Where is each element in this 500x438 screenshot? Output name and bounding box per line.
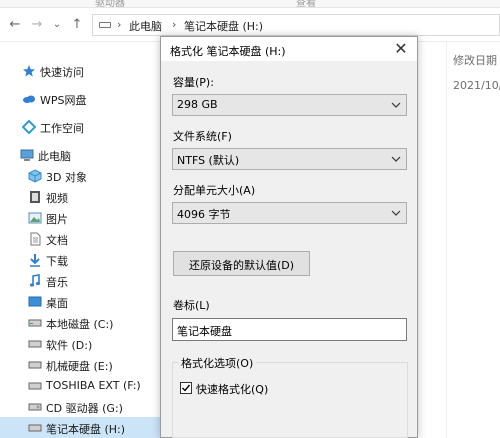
sidebar-item-drive-f[interactable]: TOSHIBA EXT (F:): [0, 375, 160, 397]
music-icon: [28, 274, 42, 288]
cube-icon: [28, 169, 42, 183]
address-bar[interactable]: › 此电脑 › 笔记本硬盘 (H:): [92, 14, 500, 36]
drive-icon: [99, 22, 111, 28]
cd-icon: [28, 400, 42, 414]
restore-defaults-button[interactable]: 还原设备的默认值(D): [173, 251, 310, 276]
sidebar-item-drive-c[interactable]: 本地磁盘 (C:): [0, 312, 160, 334]
filesystem-select[interactable]: NTFS (默认): [172, 148, 407, 170]
sidebar-item-label: 音乐: [46, 276, 68, 289]
breadcrumb-drive-h[interactable]: 笔记本硬盘 (H:): [184, 18, 263, 34]
sidebar-item-pictures[interactable]: 图片: [0, 207, 160, 229]
back-button[interactable]: ←: [8, 17, 22, 33]
sidebar-item-music[interactable]: 音乐: [0, 270, 160, 292]
sidebar-item-videos[interactable]: 视频: [0, 186, 160, 208]
breadcrumb-separator: ›: [172, 18, 177, 31]
sidebar-item-workspace[interactable]: 工作空间: [0, 116, 160, 138]
picture-icon: [28, 211, 42, 225]
forward-button[interactable]: →: [30, 17, 44, 33]
sidebar-item-label: 软件 (D:): [46, 339, 93, 352]
sidebar-item-label: 图片: [46, 213, 68, 226]
close-button[interactable]: ✕: [391, 39, 411, 59]
sidebar-item-label: TOSHIBA EXT (F:): [46, 379, 141, 392]
quick-format-label[interactable]: 快速格式化(Q): [196, 381, 268, 397]
navigation-pane: 快速访问 WPS网盘 工作空间 此电脑 3D 对象 视频 图片 文档 下载 音乐…: [0, 42, 160, 438]
sidebar-item-quick-access[interactable]: 快速访问: [0, 60, 160, 82]
quick-format-checkbox[interactable]: [180, 382, 192, 394]
cloud-icon: [22, 92, 36, 106]
drive-icon: [28, 337, 42, 351]
chevron-down-icon: [390, 152, 402, 166]
drive-icon: [28, 358, 42, 372]
sidebar-item-3d-objects[interactable]: 3D 对象: [0, 165, 160, 187]
star-icon: [22, 64, 36, 78]
filesystem-value: NTFS (默认): [177, 154, 240, 167]
download-icon: [28, 253, 42, 267]
sidebar-item-label: 下载: [46, 255, 68, 268]
sidebar-item-label: 此电脑: [38, 150, 71, 163]
diamond-icon: [21, 119, 37, 135]
format-options-label: 格式化选项(O): [178, 355, 257, 371]
volume-label-value: 笔记本硬盘: [177, 325, 232, 338]
dialog-title-bar[interactable]: 格式化 笔记本硬盘 (H:) ✕: [161, 37, 417, 61]
allocation-unit-label: 分配单元大小(A): [173, 184, 256, 197]
sidebar-item-drive-h[interactable]: 笔记本硬盘 (H:): [0, 417, 160, 438]
sidebar-item-label: 笔记本硬盘 (H:): [46, 423, 126, 436]
drive-icon: [28, 421, 42, 435]
sidebar-item-label: WPS网盘: [40, 94, 87, 107]
sidebar-item-label: CD 驱动器 (G:): [46, 402, 123, 415]
sidebar-item-documents[interactable]: 文档: [0, 228, 160, 250]
sidebar-item-label: 桌面: [46, 297, 68, 310]
sidebar-item-wps-cloud[interactable]: WPS网盘: [0, 88, 160, 110]
capacity-select[interactable]: 298 GB: [172, 94, 407, 116]
sidebar-item-drive-g[interactable]: CD 驱动器 (G:): [0, 396, 160, 418]
up-button[interactable]: ↑: [70, 17, 84, 33]
sidebar-item-downloads[interactable]: 下载: [0, 249, 160, 271]
file-modified-date: 2021/10/2: [453, 79, 500, 92]
computer-icon: [20, 148, 34, 162]
capacity-label: 容量(P):: [173, 76, 214, 89]
document-icon: [28, 232, 42, 246]
chevron-down-icon: [390, 98, 402, 112]
ribbon-tabs: 驱动器 查看: [0, 0, 500, 8]
sidebar-item-this-pc[interactable]: 此电脑: [0, 144, 160, 166]
ribbon-tab-view[interactable]: 查看: [296, 0, 316, 7]
checkmark-icon: [182, 384, 191, 392]
desktop-icon: [28, 295, 42, 309]
capacity-value: 298 GB: [177, 98, 218, 111]
sidebar-item-label: 机械硬盘 (E:): [46, 360, 113, 373]
format-dialog: 格式化 笔记本硬盘 (H:) ✕ 容量(P): 298 GB 文件系统(F) N…: [160, 36, 418, 438]
ribbon-tab-drive[interactable]: 驱动器: [95, 0, 125, 7]
sidebar-item-label: 文档: [46, 234, 68, 247]
sidebar-item-drive-d[interactable]: 软件 (D:): [0, 333, 160, 355]
format-options-group: [172, 362, 408, 438]
column-header-modified[interactable]: 修改日期: [453, 52, 497, 68]
restore-defaults-label: 还原设备的默认值(D): [188, 259, 295, 272]
recent-locations-button[interactable]: ⌄: [50, 17, 64, 33]
sidebar-item-desktop[interactable]: 桌面: [0, 291, 160, 313]
volume-label-label: 卷标(L): [173, 299, 210, 312]
sidebar-item-label: 工作空间: [40, 122, 84, 135]
drive-icon: [28, 316, 42, 330]
file-list-pane: 修改日期 2021/10/2: [446, 42, 500, 438]
sidebar-item-label: 快速访问: [40, 66, 84, 79]
sidebar-item-label: 视频: [46, 192, 68, 205]
sidebar-item-label: 3D 对象: [46, 171, 87, 184]
video-icon: [28, 190, 42, 204]
allocation-unit-value: 4096 字节: [177, 208, 231, 221]
sidebar-item-drive-e[interactable]: 机械硬盘 (E:): [0, 354, 160, 376]
allocation-unit-select[interactable]: 4096 字节: [172, 202, 407, 224]
dialog-title: 格式化 笔记本硬盘 (H:): [170, 45, 286, 58]
sidebar-item-label: 本地磁盘 (C:): [46, 318, 114, 331]
breadcrumb-separator: ›: [117, 18, 122, 31]
breadcrumb-this-pc[interactable]: 此电脑: [129, 18, 162, 34]
filesystem-label: 文件系统(F): [173, 130, 232, 143]
chevron-down-icon: [390, 206, 402, 220]
volume-label-input[interactable]: 笔记本硬盘: [172, 318, 407, 341]
drive-icon: [28, 379, 42, 393]
